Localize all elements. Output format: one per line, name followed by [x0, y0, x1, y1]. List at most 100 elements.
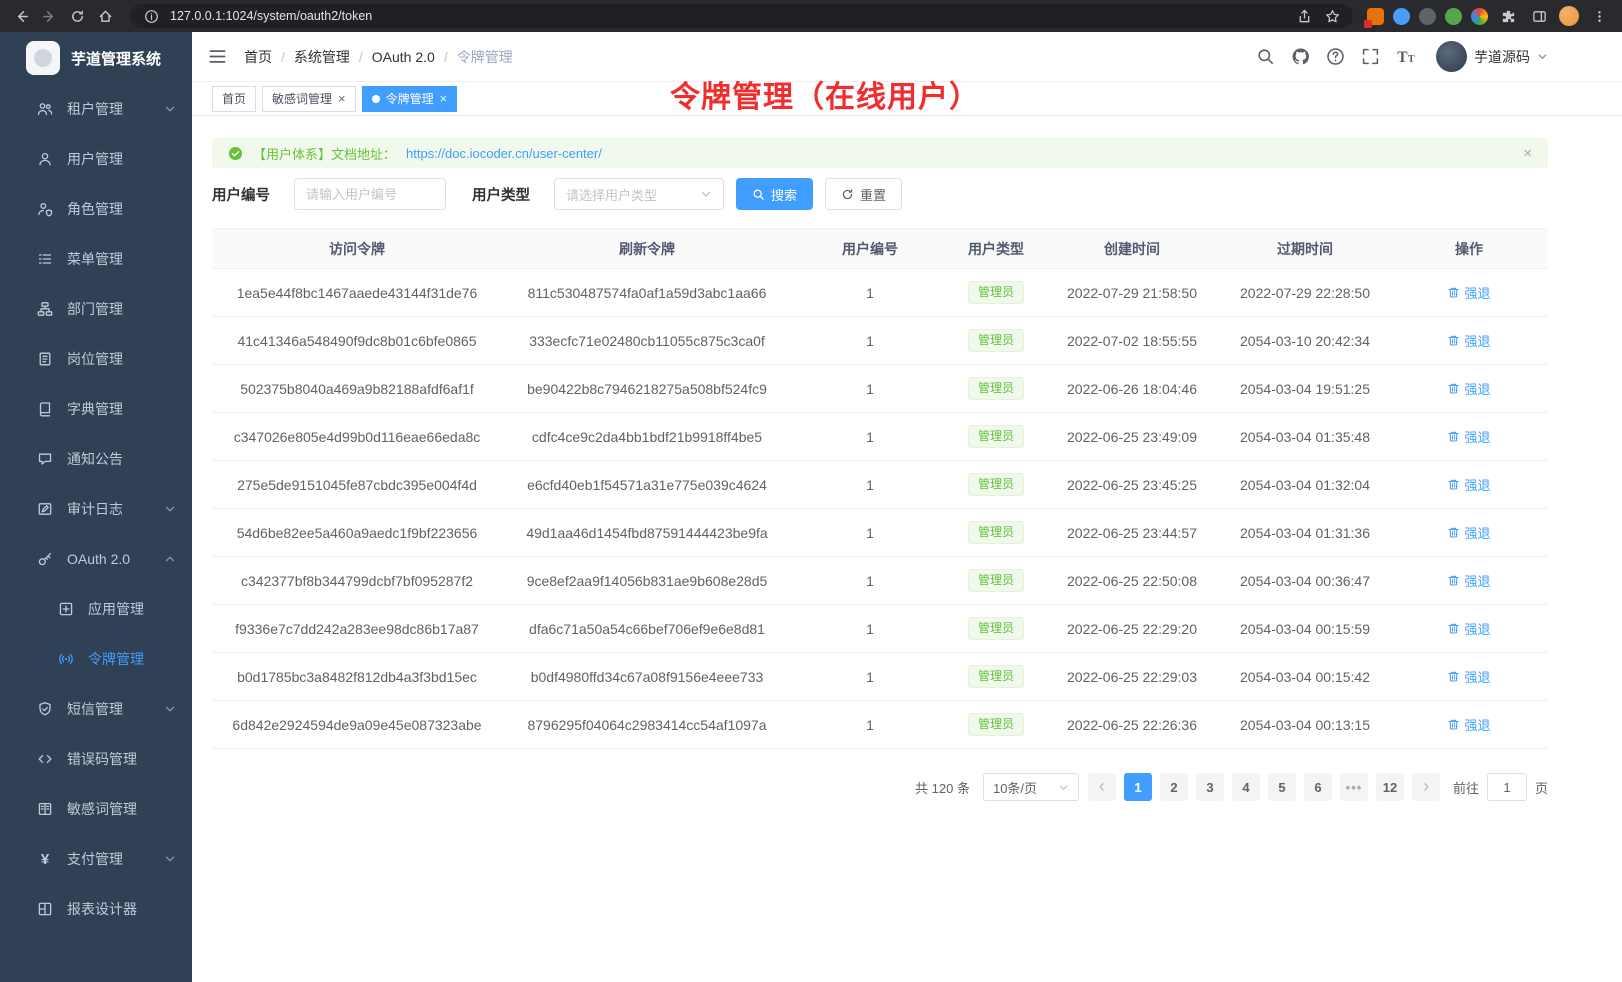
user-type-badge: 管理员 — [968, 665, 1024, 688]
user-type-cell: 管理员 — [948, 365, 1044, 413]
reload-icon[interactable] — [66, 5, 88, 27]
refresh-token-cell: 811c530487574fa0af1a59d3abc1aa66 — [502, 269, 792, 317]
page-tab[interactable]: 敏感词管理 × — [262, 86, 356, 112]
sidebar-item[interactable]: 通知公告 — [0, 434, 192, 484]
page-button-5[interactable]: 5 — [1268, 773, 1296, 801]
sidebar-item[interactable]: 短信管理 — [0, 684, 192, 734]
sidebar-item[interactable]: 字典管理 — [0, 384, 192, 434]
user-menu[interactable]: 芋道源码 — [1436, 41, 1548, 72]
app-logo[interactable]: 芋道管理系统 — [0, 32, 192, 84]
close-icon[interactable]: × — [1523, 146, 1532, 161]
sidebar-item[interactable]: 错误码管理 — [0, 734, 192, 784]
table-row: c342377bf8b344799dcbf7bf095287f29ce8ef2a… — [212, 557, 1548, 605]
sidebar-item[interactable]: 令牌管理 — [0, 634, 192, 684]
prev-page-button[interactable] — [1088, 773, 1116, 801]
user-type-badge: 管理员 — [968, 521, 1024, 544]
extension-icon[interactable] — [1367, 8, 1384, 25]
next-page-button[interactable] — [1412, 773, 1440, 801]
close-icon[interactable]: × — [440, 92, 448, 105]
github-icon[interactable] — [1291, 47, 1310, 66]
reset-button[interactable]: 重置 — [825, 178, 902, 210]
url-text: 127.0.0.1:1024/system/oauth2/token — [170, 9, 372, 23]
extensions-puzzle-icon[interactable] — [1497, 5, 1519, 27]
extension-icon[interactable] — [1419, 8, 1436, 25]
info-icon[interactable] — [140, 5, 162, 27]
create-time-cell: 2022-06-26 18:04:46 — [1044, 365, 1220, 413]
share-icon[interactable] — [1293, 5, 1315, 27]
sidebar-item[interactable]: 应用管理 — [0, 584, 192, 634]
close-icon[interactable]: × — [338, 92, 346, 105]
forward-icon[interactable] — [38, 5, 60, 27]
user-type-select[interactable]: 请选择用户类型 — [554, 178, 724, 210]
bookmark-star-icon[interactable] — [1321, 5, 1343, 27]
browser-menu-icon[interactable] — [1588, 5, 1610, 27]
sidebar-item[interactable]: 菜单管理 — [0, 234, 192, 284]
force-logout-button[interactable]: 强退 — [1447, 475, 1490, 494]
page-tab-label: 敏感词管理 — [272, 90, 332, 107]
active-dot-icon — [372, 95, 380, 103]
user-id-input[interactable] — [294, 178, 446, 210]
create-time-cell: 2022-06-25 23:49:09 — [1044, 413, 1220, 461]
page-button-3[interactable]: 3 — [1196, 773, 1224, 801]
sidebar-item-label: 报表设计器 — [67, 899, 176, 919]
breadcrumb-item[interactable]: 首页 — [244, 47, 272, 67]
sidebar-item[interactable]: 部门管理 — [0, 284, 192, 334]
page-ellipsis[interactable]: ••• — [1340, 773, 1368, 801]
user-avatar — [1436, 41, 1467, 72]
home-icon[interactable] — [94, 5, 116, 27]
force-logout-button[interactable]: 强退 — [1447, 379, 1490, 398]
topbar-right: TT 芋道源码 — [1256, 41, 1548, 72]
sidebar-item[interactable]: 报表设计器 — [0, 884, 192, 934]
search-button[interactable]: 搜索 — [736, 178, 813, 210]
page-tab[interactable]: 首页 — [212, 86, 256, 112]
back-icon[interactable] — [10, 5, 32, 27]
action-cell: 强退 — [1390, 365, 1548, 413]
doc-link[interactable]: https://doc.iocoder.cn/user-center/ — [406, 146, 602, 161]
url-bar[interactable]: 127.0.0.1:1024/system/oauth2/token — [130, 4, 1353, 28]
trash-icon — [1447, 526, 1460, 539]
force-logout-button[interactable]: 强退 — [1447, 571, 1490, 590]
page-button-6[interactable]: 6 — [1304, 773, 1332, 801]
side-panel-icon[interactable] — [1528, 5, 1550, 27]
extension-icon[interactable] — [1471, 8, 1488, 25]
sidebar-item[interactable]: 岗位管理 — [0, 334, 192, 384]
user-type-badge: 管理员 — [968, 713, 1024, 736]
sidebar-item[interactable]: 角色管理 — [0, 184, 192, 234]
sidebar-item[interactable]: 敏感词管理 — [0, 784, 192, 834]
sidebar-item[interactable]: 用户管理 — [0, 134, 192, 184]
page-button-1[interactable]: 1 — [1124, 773, 1152, 801]
page-tab[interactable]: 令牌管理× — [362, 86, 458, 112]
breadcrumb-item[interactable]: 系统管理 — [294, 47, 350, 67]
force-logout-button[interactable]: 强退 — [1447, 523, 1490, 542]
fullscreen-icon[interactable] — [1361, 47, 1380, 66]
user-id-cell: 1 — [792, 653, 948, 701]
browser-profile-avatar[interactable] — [1559, 6, 1579, 26]
goto-page-input[interactable] — [1487, 773, 1527, 801]
force-logout-button[interactable]: 强退 — [1447, 667, 1490, 686]
sidebar-item[interactable]: 租户管理 — [0, 84, 192, 134]
table-row: f9336e7c7dd242a283ee98dc86b17a87dfa6c71a… — [212, 605, 1548, 653]
force-logout-button[interactable]: 强退 — [1447, 427, 1490, 446]
user-id-cell: 1 — [792, 461, 948, 509]
access-token-cell: 41c41346a548490f9dc8b01c6bfe0865 — [212, 317, 502, 365]
sidebar-item[interactable]: ¥支付管理 — [0, 834, 192, 884]
page-size-select[interactable]: 10条/页 — [983, 773, 1079, 801]
question-icon[interactable] — [1326, 47, 1345, 66]
force-logout-button[interactable]: 强退 — [1447, 715, 1490, 734]
menu-fold-icon[interactable] — [208, 47, 227, 66]
force-logout-button[interactable]: 强退 — [1447, 283, 1490, 302]
create-time-cell: 2022-07-02 18:55:55 — [1044, 317, 1220, 365]
access-token-cell: c342377bf8b344799dcbf7bf095287f2 — [212, 557, 502, 605]
font-size-icon[interactable]: TT — [1396, 47, 1415, 66]
page-button-12[interactable]: 12 — [1376, 773, 1404, 801]
sidebar-item[interactable]: 审计日志 — [0, 484, 192, 534]
page-button-4[interactable]: 4 — [1232, 773, 1260, 801]
force-logout-button[interactable]: 强退 — [1447, 331, 1490, 350]
page-button-2[interactable]: 2 — [1160, 773, 1188, 801]
extension-icon[interactable] — [1445, 8, 1462, 25]
extension-icon[interactable] — [1393, 8, 1410, 25]
sidebar-item[interactable]: OAuth 2.0 — [0, 534, 192, 584]
breadcrumb-item[interactable]: OAuth 2.0 — [372, 49, 435, 65]
force-logout-button[interactable]: 强退 — [1447, 619, 1490, 638]
search-icon[interactable] — [1256, 47, 1275, 66]
